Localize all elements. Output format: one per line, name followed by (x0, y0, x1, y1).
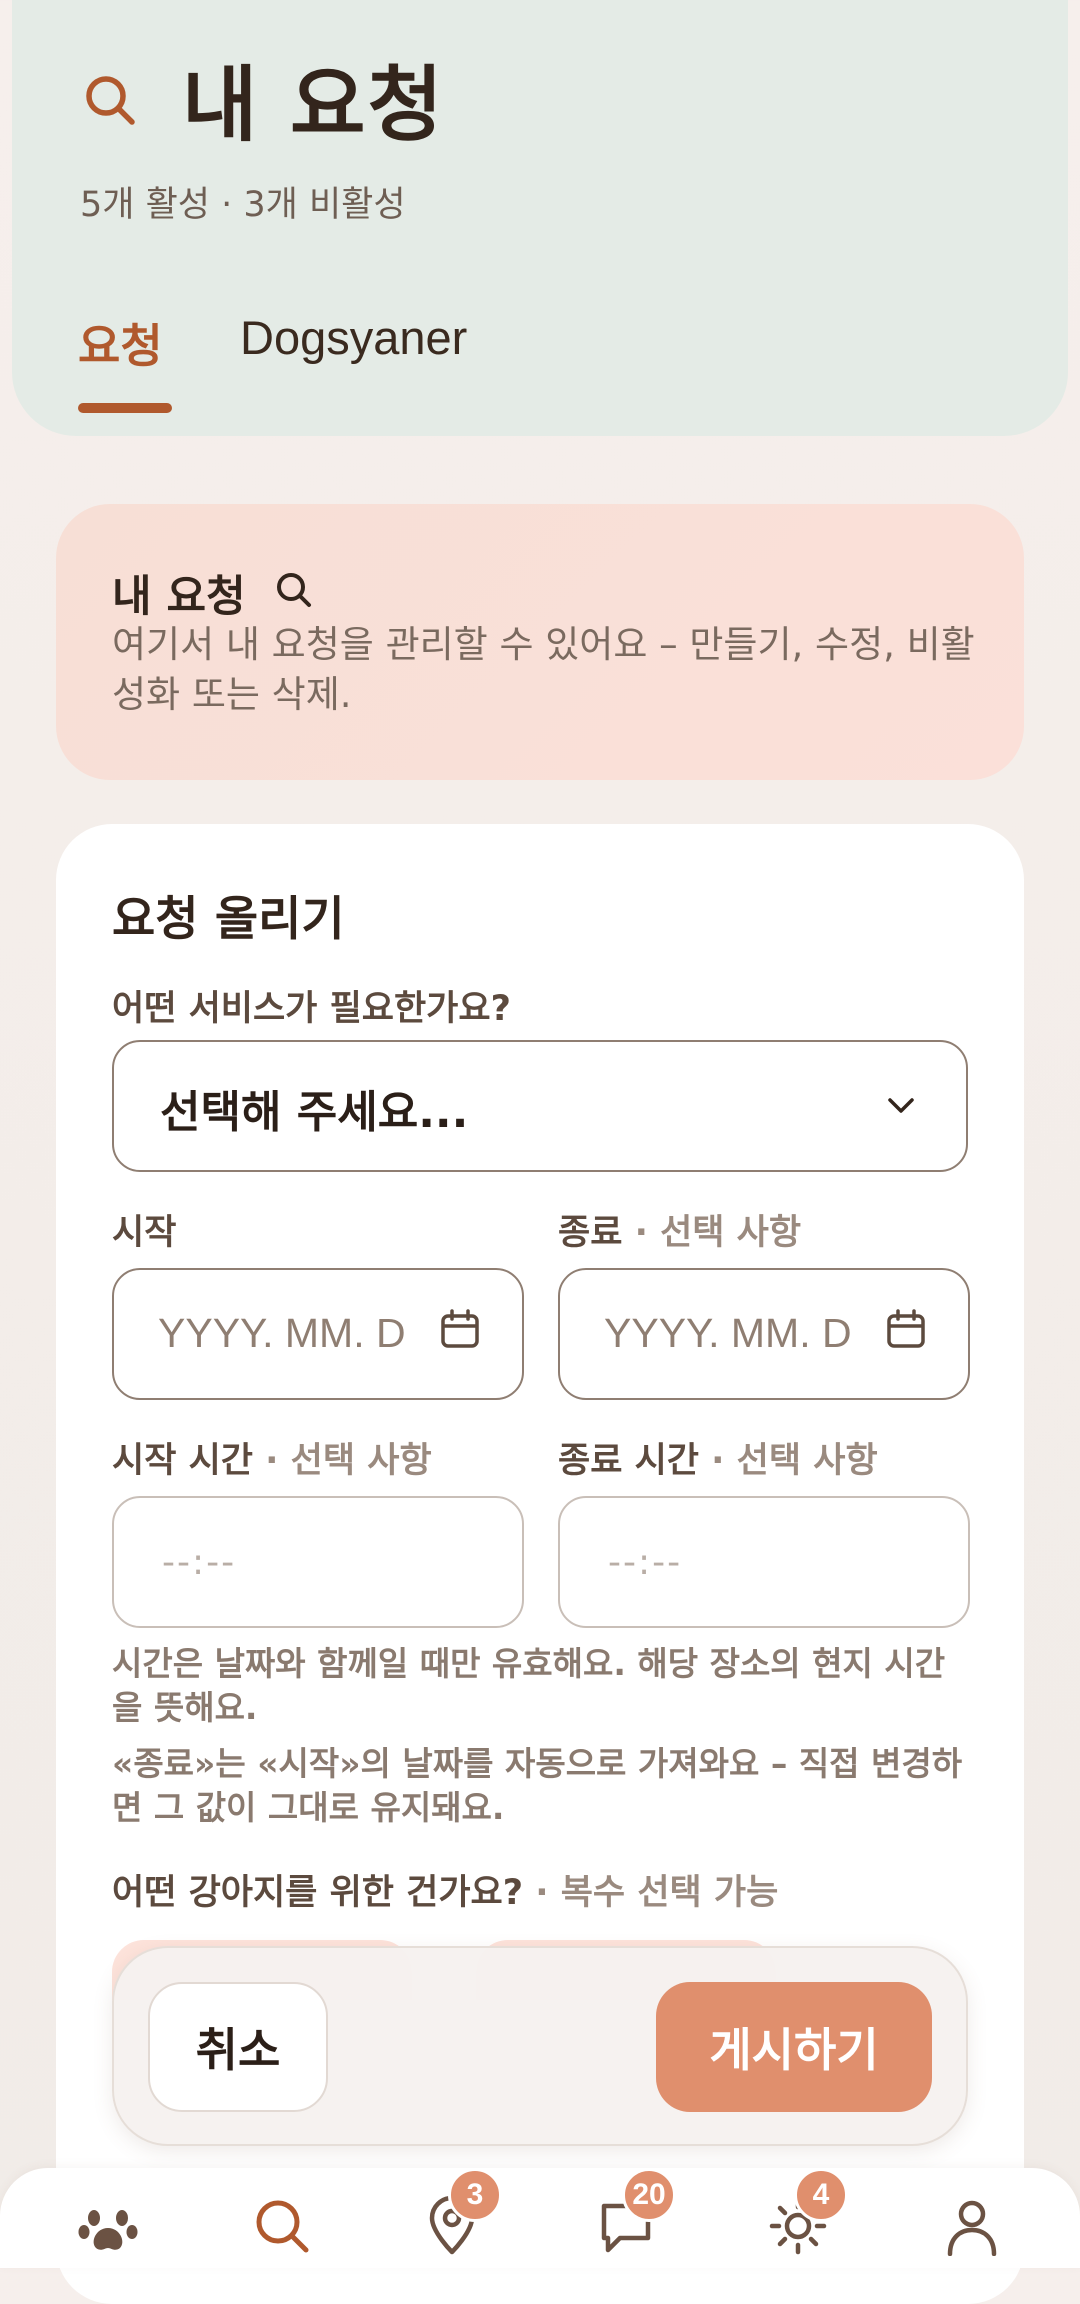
start-time-input[interactable]: --:-- (112, 1496, 524, 1628)
nav-map[interactable]: 3 (422, 2168, 502, 2256)
nav-weather[interactable]: 4 (768, 2168, 848, 2256)
start-date-placeholder: YYYY. MM. D (158, 1310, 406, 1356)
dogs-label-text: 어떤 강아지를 위한 건가요? (112, 1873, 524, 1913)
search-icon (86, 76, 135, 125)
intro-card: 내 요청 여기서 내 요청을 관리할 수 있어요 – 만들기, 수정, 비활성화… (56, 504, 1024, 780)
end-time-label: 종료 시간 · 선택 사항 (558, 1432, 878, 1483)
end-date-input[interactable]: YYYY. MM. D (558, 1268, 970, 1400)
nav-profile[interactable] (942, 2196, 1002, 2257)
tab-requests[interactable]: 요청 (78, 310, 163, 376)
time-hint: 시간은 날짜와 함께일 때만 유효해요. 해당 장소의 현지 시간을 뜻해요. (112, 1644, 946, 1727)
bottom-nav: 3 20 4 (0, 2168, 1080, 2268)
end-optional: · 선택 사항 (622, 1213, 802, 1253)
dogs-label: 어떤 강아지를 위한 건가요? · 복수 선택 가능 (112, 1864, 778, 1915)
service-select-value: 선택해 주세요... (160, 1087, 469, 1138)
nav-home[interactable] (78, 2196, 138, 2256)
form-title: 요청 올리기 (112, 892, 345, 947)
nav-search[interactable] (252, 2196, 312, 2256)
calendar-icon[interactable] (438, 1308, 482, 1352)
intro-title: 내 요청 (112, 572, 246, 622)
start-label-text: 시작 (112, 1213, 177, 1253)
start-time-optional: · 선택 사항 (253, 1441, 432, 1481)
start-label: 시작 (112, 1204, 176, 1255)
profile-icon (947, 2200, 997, 2257)
end-date-placeholder: YYYY. MM. D (604, 1310, 852, 1356)
tab-dogsyaner[interactable]: Dogsyaner (240, 310, 467, 365)
page-subtitle: 5개 활성 · 3개 비활성 (80, 185, 406, 225)
start-date-input[interactable]: YYYY. MM. D (112, 1268, 524, 1400)
end-label: 종료 · 선택 사항 (558, 1204, 801, 1255)
form-action-bar: 취소 게시하기 (112, 1946, 968, 2146)
end-date-hint: «종료»는 «시작»의 날짜를 자동으로 가져와요 – 직접 변경하면 그 값이… (112, 1744, 963, 1827)
end-time-placeholder: --:-- (608, 1542, 683, 1583)
calendar-icon[interactable] (884, 1308, 928, 1352)
chevron-down-icon (888, 1098, 914, 1113)
end-time-optional: · 선택 사항 (699, 1441, 878, 1481)
active-tab-indicator (78, 403, 172, 413)
end-time-label-text: 종료 시간 (558, 1441, 699, 1481)
end-time-input[interactable]: --:-- (558, 1496, 970, 1628)
cancel-button[interactable]: 취소 (148, 1982, 328, 2112)
search-icon (277, 573, 311, 607)
search-icon (256, 2200, 309, 2253)
dogs-multi-hint: · 복수 선택 가능 (523, 1873, 779, 1913)
chat-badge: 20 (622, 2168, 676, 2222)
service-label: 어떤 서비스가 필요한가요? (112, 989, 511, 1029)
service-select[interactable]: 선택해 주세요... (112, 1040, 968, 1172)
post-button[interactable]: 게시하기 (656, 1982, 932, 2112)
start-time-placeholder: --:-- (162, 1542, 237, 1583)
map-badge: 3 (448, 2168, 502, 2222)
weather-badge: 4 (794, 2168, 848, 2222)
start-time-label: 시작 시간 · 선택 사항 (112, 1432, 432, 1483)
start-time-label-text: 시작 시간 (112, 1441, 253, 1481)
intro-description: 여기서 내 요청을 관리할 수 있어요 – 만들기, 수정, 비활성화 또는 삭… (112, 623, 975, 716)
nav-chat[interactable]: 20 (596, 2168, 676, 2256)
page-header: 내 요청 5개 활성 · 3개 비활성 요청 Dogsyaner (12, 0, 1068, 436)
end-label-text: 종료 (558, 1213, 623, 1253)
paw-icon (78, 2210, 138, 2250)
page-title: 내 요청 (182, 58, 445, 153)
